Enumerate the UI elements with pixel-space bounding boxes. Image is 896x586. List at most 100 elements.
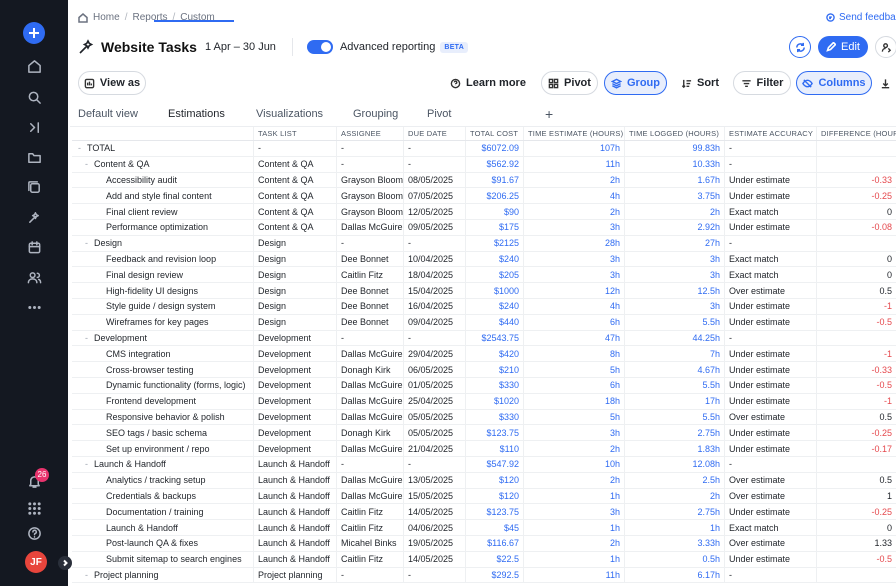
cell-estimate-accuracy[interactable]: Exact match — [725, 204, 817, 219]
cell-task[interactable]: Final design review — [72, 267, 254, 283]
cell-assignee[interactable]: Caitlin Fitz — [337, 551, 404, 567]
group-row[interactable]: - Content & QA Content & QA - - $562.92 11h 10.… — [72, 156, 896, 173]
cell-total-cost[interactable]: $175 — [466, 219, 524, 235]
table-row[interactable]: Add and style final content Content & QA G… — [72, 188, 896, 205]
cell-difference[interactable] — [817, 568, 896, 583]
cell-task[interactable]: High-fidelity UI designs — [72, 283, 254, 298]
table-row[interactable]: Set up environment / repo Development Dall… — [72, 441, 896, 457]
sort-button[interactable]: Sort — [674, 71, 726, 95]
table-row[interactable]: Final design review Design Caitlin Fitz 18/… — [72, 267, 896, 284]
cell-task-list[interactable]: Development — [254, 393, 337, 409]
cell-estimate-accuracy[interactable]: - — [725, 456, 817, 472]
apps-nav[interactable] — [23, 497, 45, 519]
cell-estimate-accuracy[interactable]: Under estimate — [725, 188, 817, 204]
cell-estimate-accuracy[interactable]: Under estimate — [725, 393, 817, 409]
cell-difference[interactable]: 0 — [817, 252, 896, 267]
cell-total-cost[interactable]: $205 — [466, 267, 524, 283]
cell-estimate-accuracy[interactable]: Over estimate — [725, 535, 817, 551]
cell-estimate-accuracy[interactable]: Under estimate — [725, 346, 817, 362]
cell-time-estimate[interactable]: 4h — [524, 188, 625, 204]
cell-time-logged[interactable]: 99.83h — [625, 141, 725, 156]
cell-due-date[interactable]: 25/04/2025 — [404, 393, 466, 409]
cell-due-date[interactable]: 10/04/2025 — [404, 251, 466, 267]
cell-time-estimate[interactable]: 18h — [524, 393, 625, 409]
cell-estimate-accuracy[interactable]: - — [725, 235, 817, 251]
cell-task[interactable]: Launch & Handoff — [72, 520, 254, 535]
cell-difference[interactable]: -0.08 — [817, 220, 896, 235]
cell-task-list[interactable]: Design — [254, 267, 337, 283]
cell-due-date[interactable]: 06/05/2025 — [404, 362, 466, 377]
cell-time-logged[interactable]: 2h — [625, 488, 725, 504]
cell-estimate-accuracy[interactable]: - — [725, 567, 817, 583]
cell-total-cost[interactable]: $210 — [466, 362, 524, 377]
cell-difference[interactable]: -0.33 — [817, 362, 896, 377]
cell-time-estimate[interactable]: 5h — [524, 362, 625, 377]
cell-difference[interactable]: -0.17 — [817, 441, 896, 456]
tab-grouping[interactable]: Grouping — [353, 108, 398, 120]
cell-task-list[interactable]: Design — [254, 283, 337, 298]
cell-total-cost[interactable]: $1000 — [466, 283, 524, 298]
refresh-button[interactable] — [789, 36, 811, 58]
cell-difference[interactable]: -0.5 — [817, 378, 896, 393]
cell-time-estimate[interactable]: 1h — [524, 551, 625, 567]
cell-due-date[interactable]: 01/05/2025 — [404, 377, 466, 393]
cell-estimate-accuracy[interactable]: Under estimate — [725, 298, 817, 314]
cell-time-estimate[interactable]: 2h — [524, 441, 625, 456]
cell-task[interactable]: Frontend development — [72, 393, 254, 409]
cell-difference[interactable] — [817, 141, 896, 156]
cell-estimate-accuracy[interactable]: Under estimate — [725, 504, 817, 520]
cell-time-logged[interactable]: 1.67h — [625, 172, 725, 188]
cell-time-estimate[interactable]: 5h — [524, 409, 625, 425]
pivot-button[interactable]: Pivot — [541, 71, 598, 95]
cell-due-date[interactable]: 05/05/2025 — [404, 409, 466, 425]
cell-task[interactable]: Performance optimization — [72, 219, 254, 235]
cell-assignee[interactable]: Grayson Bloom — [337, 204, 404, 219]
tab-visualizations[interactable]: Visualizations — [256, 108, 323, 120]
cell-time-estimate[interactable]: 28h — [524, 235, 625, 251]
cell-assignee[interactable]: Dallas McGuire — [337, 393, 404, 409]
cell-time-estimate[interactable]: 10h — [524, 456, 625, 472]
cell-time-logged[interactable]: 2.75h — [625, 504, 725, 520]
cell-time-logged[interactable]: 2.5h — [625, 472, 725, 488]
reports-nav[interactable] — [23, 206, 45, 228]
cell-assignee[interactable]: - — [337, 141, 404, 156]
cell-task[interactable]: Set up environment / repo — [72, 441, 254, 456]
date-range[interactable]: 1 Apr – 30 Jun — [205, 41, 276, 53]
cell-task-list[interactable]: Project planning — [254, 567, 337, 583]
cell-due-date[interactable]: 14/05/2025 — [404, 504, 466, 520]
view-as-button[interactable]: View as — [78, 71, 146, 95]
cell-time-estimate[interactable]: 1h — [524, 520, 625, 535]
cell-time-logged[interactable]: 44.25h — [625, 330, 725, 346]
table-row[interactable]: Responsive behavior & polish Development D… — [72, 409, 896, 426]
cell-due-date[interactable]: 21/04/2025 — [404, 441, 466, 456]
cell-assignee[interactable]: Caitlin Fitz — [337, 504, 404, 520]
cell-difference[interactable]: -0.25 — [817, 504, 896, 519]
cell-estimate-accuracy[interactable]: - — [725, 156, 817, 172]
cell-time-estimate[interactable]: 11h — [524, 156, 625, 172]
cell-time-estimate[interactable]: 12h — [524, 283, 625, 298]
share-button[interactable] — [875, 36, 896, 58]
cell-difference[interactable]: -0.5 — [817, 552, 896, 567]
cell-task-list[interactable]: Content & QA — [254, 188, 337, 204]
cell-time-logged[interactable]: 3.33h — [625, 535, 725, 551]
table-row[interactable]: Dynamic functionality (forms, logic) Deve… — [72, 377, 896, 394]
table-row[interactable]: Wireframes for key pages Design Dee Bonnet… — [72, 314, 896, 331]
cell-estimate-accuracy[interactable]: Exact match — [725, 267, 817, 283]
cell-time-estimate[interactable]: 3h — [524, 219, 625, 235]
cell-task-list[interactable]: Content & QA — [254, 219, 337, 235]
cell-total-cost[interactable]: $110 — [466, 441, 524, 456]
table-row[interactable]: Style guide / design system Design Dee Bon… — [72, 298, 896, 315]
cell-total-cost[interactable]: $240 — [466, 251, 524, 267]
collapse-toggle[interactable]: - — [85, 570, 88, 580]
cell-due-date[interactable]: - — [404, 235, 466, 251]
cell-total-cost[interactable]: $206.25 — [466, 188, 524, 204]
cell-time-logged[interactable]: 17h — [625, 393, 725, 409]
cell-estimate-accuracy[interactable]: - — [725, 330, 817, 346]
cell-assignee[interactable]: - — [337, 456, 404, 472]
cell-assignee[interactable]: Dallas McGuire — [337, 472, 404, 488]
cell-task-list[interactable]: - — [254, 141, 337, 156]
cell-task-list[interactable]: Content & QA — [254, 156, 337, 172]
cell-assignee[interactable]: Dee Bonnet — [337, 314, 404, 330]
cell-time-estimate[interactable]: 2h — [524, 472, 625, 488]
collapse-toggle[interactable]: - — [85, 333, 88, 343]
